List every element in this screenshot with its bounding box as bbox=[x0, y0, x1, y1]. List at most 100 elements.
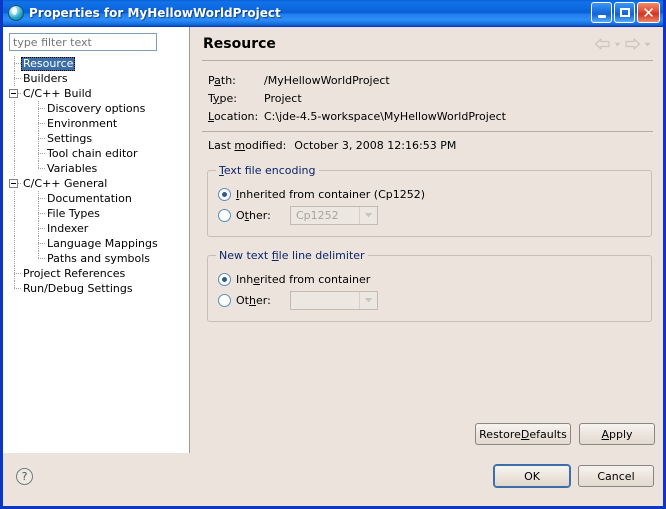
sidebar-item-paths-and-symbols[interactable]: Paths and symbols bbox=[9, 251, 184, 266]
dialog-footer: ? OK Cancel bbox=[3, 453, 663, 501]
page-action-buttons: Restore Defaults Apply bbox=[475, 423, 655, 445]
forward-arrow-icon[interactable] bbox=[624, 37, 641, 51]
tree-indent bbox=[9, 221, 21, 236]
sidebar-item-label: Project References bbox=[21, 267, 127, 281]
tree-indent bbox=[9, 236, 21, 251]
sidebar-item-environment[interactable]: Environment bbox=[9, 116, 184, 131]
sidebar-item-file-types[interactable]: File Types bbox=[9, 206, 184, 221]
sidebar-item-label: File Types bbox=[45, 207, 102, 221]
property-label: Type: bbox=[208, 92, 264, 105]
encoding-other-label: Other: bbox=[236, 209, 286, 222]
delimiter-inherited-radio[interactable] bbox=[218, 273, 231, 286]
tree-indent bbox=[21, 221, 33, 236]
tree-connector bbox=[9, 266, 21, 281]
tree-indent bbox=[21, 191, 33, 206]
resource-page: Resource bbox=[192, 27, 663, 453]
delimiter-combo[interactable] bbox=[290, 291, 378, 310]
cancel-button[interactable]: Cancel bbox=[578, 465, 654, 487]
sidebar-item-documentation[interactable]: Documentation bbox=[9, 191, 184, 206]
sidebar-item-resource[interactable]: Resource bbox=[9, 56, 184, 71]
sidebar-item-project-references[interactable]: Project References bbox=[9, 266, 184, 281]
encoding-other-radio[interactable] bbox=[218, 209, 231, 222]
tree-connector bbox=[33, 236, 45, 251]
maximize-button[interactable] bbox=[614, 2, 635, 23]
chevron-down-icon[interactable] bbox=[359, 207, 377, 224]
tree-indent bbox=[9, 161, 21, 176]
sidebar-item-tool-chain-editor[interactable]: Tool chain editor bbox=[9, 146, 184, 161]
tree-connector bbox=[33, 206, 45, 221]
encoding-inherited-radio[interactable] bbox=[218, 188, 231, 201]
sidebar-item-settings[interactable]: Settings bbox=[9, 131, 184, 146]
tree-indent bbox=[9, 116, 21, 131]
last-modified-label: Last modified: bbox=[208, 139, 286, 152]
header-divider bbox=[202, 60, 653, 61]
tree-collapse-icon[interactable] bbox=[9, 176, 21, 191]
tree-indent bbox=[9, 101, 21, 116]
tree-connector bbox=[33, 116, 45, 131]
window-title: Properties for MyHellowWorldProject bbox=[29, 6, 281, 20]
sidebar-item-builders[interactable]: Builders bbox=[9, 71, 184, 86]
tree-connector bbox=[9, 71, 21, 86]
tree-indent bbox=[9, 131, 21, 146]
chevron-down-icon[interactable] bbox=[359, 292, 377, 309]
settings-tree-pane: ResourceBuildersC/C++ BuildDiscovery opt… bbox=[3, 27, 189, 453]
tree-connector bbox=[33, 221, 45, 236]
sidebar-item-label: Indexer bbox=[45, 222, 90, 236]
window-controls: ✕ bbox=[591, 2, 660, 23]
encoding-other-row[interactable]: Other: Cp1252 bbox=[218, 205, 641, 225]
sidebar-item-language-mappings[interactable]: Language Mappings bbox=[9, 236, 184, 251]
text-file-encoding-legend: Text file encoding bbox=[216, 164, 319, 177]
property-label: Path: bbox=[208, 74, 264, 87]
restore-defaults-button[interactable]: Restore Defaults bbox=[475, 423, 571, 445]
tree-connector bbox=[33, 191, 45, 206]
sidebar-item-variables[interactable]: Variables bbox=[9, 161, 184, 176]
encoding-inherited-row[interactable]: Inherited from container (Cp1252) bbox=[218, 184, 641, 204]
ok-button[interactable]: OK bbox=[494, 465, 570, 487]
sidebar-item-label: C/C++ Build bbox=[21, 87, 94, 101]
tree-connector bbox=[33, 251, 45, 266]
property-row: Path:/MyHellowWorldProject bbox=[208, 71, 655, 89]
sidebar-item-label: Language Mappings bbox=[45, 237, 160, 251]
sidebar-item-c-c-general[interactable]: C/C++ General bbox=[9, 176, 184, 191]
delimiter-inherited-row[interactable]: Inherited from container bbox=[218, 269, 641, 289]
sidebar-item-label: C/C++ General bbox=[21, 177, 109, 191]
property-value: /MyHellowWorldProject bbox=[264, 74, 390, 87]
tree-collapse-icon[interactable] bbox=[9, 86, 21, 101]
tree-connector bbox=[9, 56, 21, 71]
last-modified-row: Last modified:October 3, 2008 12:16:53 P… bbox=[202, 139, 655, 152]
encoding-inherited-label: Inherited from container (Cp1252) bbox=[236, 188, 425, 201]
tree-indent bbox=[9, 251, 21, 266]
encoding-combo[interactable]: Cp1252 bbox=[290, 206, 378, 225]
minimize-button[interactable] bbox=[591, 2, 612, 23]
settings-tree[interactable]: ResourceBuildersC/C++ BuildDiscovery opt… bbox=[9, 56, 184, 296]
tree-indent bbox=[9, 206, 21, 221]
sidebar-item-indexer[interactable]: Indexer bbox=[9, 221, 184, 236]
sidebar-item-run-debug-settings[interactable]: Run/Debug Settings bbox=[9, 281, 184, 296]
sidebar-item-c-c-build[interactable]: C/C++ Build bbox=[9, 86, 184, 101]
page-navigation bbox=[594, 37, 655, 51]
dialog-buttons: OK Cancel bbox=[494, 465, 654, 487]
help-icon[interactable]: ? bbox=[16, 468, 33, 485]
tree-connector bbox=[33, 101, 45, 116]
filter-input[interactable] bbox=[9, 33, 157, 51]
sidebar-item-label: Settings bbox=[45, 132, 94, 146]
dialog-body: ResourceBuildersC/C++ BuildDiscovery opt… bbox=[3, 27, 663, 453]
tree-indent bbox=[9, 191, 21, 206]
line-delimiter-legend: New text file line delimiter bbox=[216, 249, 368, 262]
close-button[interactable]: ✕ bbox=[637, 2, 660, 23]
apply-button[interactable]: Apply bbox=[579, 423, 655, 445]
tree-connector bbox=[33, 131, 45, 146]
sidebar-item-label: Tool chain editor bbox=[45, 147, 140, 161]
title-bar[interactable]: Properties for MyHellowWorldProject ✕ bbox=[3, 0, 663, 27]
delimiter-inherited-label: Inherited from container bbox=[236, 273, 370, 286]
text-file-encoding-group: Text file encoding Inherited from contai… bbox=[207, 170, 652, 237]
delimiter-other-radio[interactable] bbox=[218, 294, 231, 307]
sidebar-item-label: Discovery options bbox=[45, 102, 147, 116]
forward-dropdown-icon[interactable] bbox=[644, 37, 651, 51]
back-dropdown-icon[interactable] bbox=[614, 37, 621, 51]
back-arrow-icon[interactable] bbox=[594, 37, 611, 51]
properties-divider bbox=[202, 131, 653, 132]
delimiter-other-row[interactable]: Other: bbox=[218, 290, 641, 310]
sidebar-item-discovery-options[interactable]: Discovery options bbox=[9, 101, 184, 116]
sidebar-item-label: Run/Debug Settings bbox=[21, 282, 135, 296]
